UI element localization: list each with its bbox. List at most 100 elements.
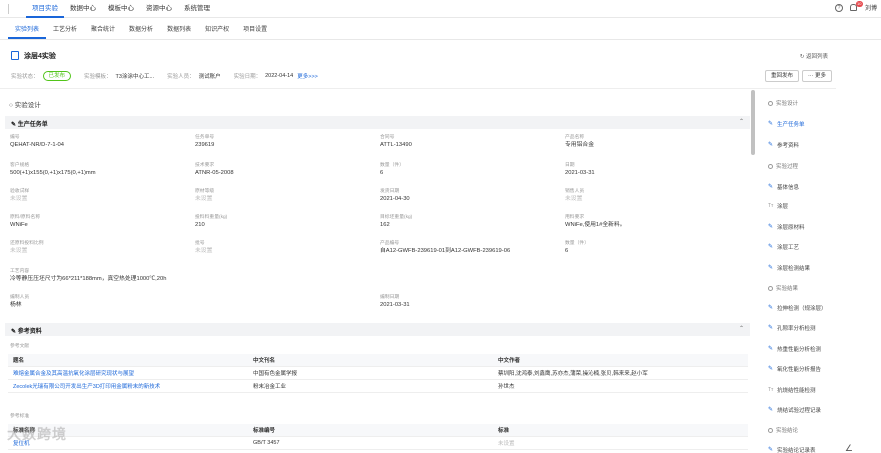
tab-ip[interactable]: 知识产权 [198,22,236,39]
form-field: 编号 QEHAT-NR/D-7-1-04 [10,134,190,150]
field-label: 原材等级 [195,189,215,194]
field-value: ATNR-05-2008 [195,170,234,176]
form-field: 批号 未设置 [195,240,375,256]
task-section-header[interactable]: ✎ 生产任务单 ⌃ [5,116,750,129]
field-label: 投料料重量(kg) [195,215,228,220]
outline-item-label: 实验结果 [776,286,799,292]
sub-tabs: 实验列表 工艺分析 聚合统计 数据分析 数据列表 知识产权 项目设置 [0,22,881,40]
text-icon: Tт [768,387,774,393]
field-value: 239619 [195,142,215,148]
literature-table: 题名 中文刊名 中文作者 难熔金属合金及其高温抗氧化涂层研究现状与展望 中国有色… [8,354,748,393]
outline-item-label: 涂层工艺 [777,245,800,251]
field-value: 210 [195,222,205,228]
user-name[interactable]: 刘博 [865,3,877,12]
outline-item[interactable]: ✎ 实验结论记录表 [768,446,816,453]
nav-item-template-center[interactable]: 模板中心 [102,0,140,18]
help-icon[interactable]: ? [834,3,843,12]
nav-item-data-center[interactable]: 数据中心 [64,0,102,18]
outline-item[interactable]: Tт 涂层 [768,202,788,210]
edit-icon: ✎ [768,265,774,271]
edit-icon: ✎ [768,366,774,372]
outline-item[interactable]: ✎ 涂层原材料 [768,223,805,231]
outline-item[interactable]: 实验结果 [768,284,798,292]
menu-grip[interactable] [8,4,9,14]
nav-item-system[interactable]: 系统管理 [178,0,216,18]
field-value: 冷等静压压坯尺寸为66*211*188mm，真空热处理1000℃,20h [10,276,167,282]
page-header: 涂层4实验 ↻ 返回列表 [0,48,836,64]
text-icon: Tт [768,203,774,209]
form-field: 产品名称 专用铝合金 [565,134,745,150]
circle-icon [768,100,773,106]
form-field: 编制日期 2021-03-31 [380,294,560,310]
edit-icon: ✎ [768,325,774,331]
tab-data-list[interactable]: 数据列表 [160,22,198,39]
more-button[interactable]: ··· 更多 [801,70,832,82]
top-nav-bar: 项目实验 数据中心 模板中心 资源中心 系统管理 ? 10 刘博 [0,0,881,18]
outline-item[interactable]: ✎ 基体信息 [768,183,799,191]
bell-icon[interactable]: 10 [849,0,863,12]
tab-experiment-list[interactable]: 实验列表 [8,22,47,39]
date-value: 2022-04-14 [265,73,294,79]
field-value: 专用铝合金 [565,142,594,148]
outline-item[interactable]: ✎ 孔隙率分析检测 [768,324,816,332]
outline-item-label: 氧化性能分析报告 [777,367,822,373]
nav-item-resource-center[interactable]: 资源中心 [140,0,178,18]
field-label: 客户规格 [10,163,30,168]
field-value: 6 [565,248,569,254]
field-value: QEHAT-NR/D-7-1-04 [10,142,65,148]
nav-item-projects[interactable]: 项目实验 [26,0,64,18]
form-field: 技术要求 ATNR-05-2008 [195,162,375,178]
form-field: 合同号 ATTL-13490 [380,134,560,150]
form-field: 投料料重量(kg) 210 [195,214,375,230]
status-label: 实验状态： [11,74,39,80]
field-label: 技术要求 [195,163,215,168]
tab-aggregate-stats[interactable]: 聚合统计 [84,22,122,39]
tab-project-settings[interactable]: 项目设置 [236,22,274,39]
outline-item[interactable]: ✎ 氧化性能分析报告 [768,365,821,373]
tab-data-analysis[interactable]: 数据分析 [122,22,160,39]
std-cell: 未设置 [498,441,515,447]
notification-badge: 10 [855,0,863,7]
outline-item[interactable]: 实验过程 [768,162,798,170]
main-content[interactable]: ○ 实验设计 ✎ 生产任务单 ⌃ 编号 QEHAT-NR/D-7-1-04 任务单号… [0,90,752,453]
outline-item[interactable]: ✎ 烧结试验过程记录 [768,406,821,414]
republish-button[interactable]: 重回发布 [764,70,799,82]
outline-item[interactable]: ✎ 涂层工艺 [768,243,799,251]
field-label: 验收试样 [10,189,30,194]
person-label: 实验人员： [167,74,195,80]
field-value: WNiFe [10,222,28,228]
table-row: 复位机 GB/T 3457 未设置 [8,437,748,450]
back-to-list-button[interactable]: ↻ 返回列表 [800,52,828,60]
outline-item[interactable]: ✎ 参考资料 [768,141,799,149]
field-value: 162 [380,222,390,228]
outline-item[interactable]: 实验结论 [768,426,798,434]
chevron-up-icon[interactable]: ⌃ [739,325,744,332]
chevron-up-icon[interactable]: ⌃ [739,118,744,125]
std-number-cell: GB/T 3457 [253,440,280,446]
col-journal: 中文刊名 [253,358,276,364]
circle-icon [768,427,773,433]
field-label: 编制日期 [380,295,400,300]
outline-item[interactable]: Tт 抗烧结性能检测 [768,386,816,394]
outline-item-label: 涂层检测结果 [777,266,811,272]
col-std-number: 标准编号 [253,428,276,434]
field-value: 2021-03-31 [565,170,595,176]
resize-corner-icon: ∠ [844,443,853,453]
field-label: 数量（件） [565,241,589,246]
scrollbar[interactable] [751,90,755,155]
outline-item[interactable]: ✎ 生产任务单 [768,120,805,128]
tab-process-analysis[interactable]: 工艺分析 [46,22,84,39]
standards-label: 参考标准 [10,414,30,419]
field-value: 未设置 [195,196,213,202]
outline-item[interactable]: ✎ 拉伸检测（规涂层） [768,304,827,312]
ref-section-header[interactable]: ✎ 参考资料 ⌃ [5,323,750,336]
outline-item[interactable]: 实验设计 [768,99,798,107]
form-field: 还原料投料比例 未设置 [10,240,190,256]
edit-icon: ✎ [768,346,774,352]
edit-icon: ✎ [768,447,774,453]
literature-link[interactable]: Zecolek光瑞有限公司开发出生产3D打印用金属粉末的新技术 [8,382,253,390]
outline-item[interactable]: ✎ 热重性能分析检测 [768,345,821,353]
more-meta-link[interactable]: 更多>>> [297,72,318,80]
literature-link[interactable]: 难熔金属合金及其高温抗氧化涂层研究现状与展望 [8,369,253,377]
outline-item[interactable]: ✎ 涂层检测结果 [768,264,810,272]
